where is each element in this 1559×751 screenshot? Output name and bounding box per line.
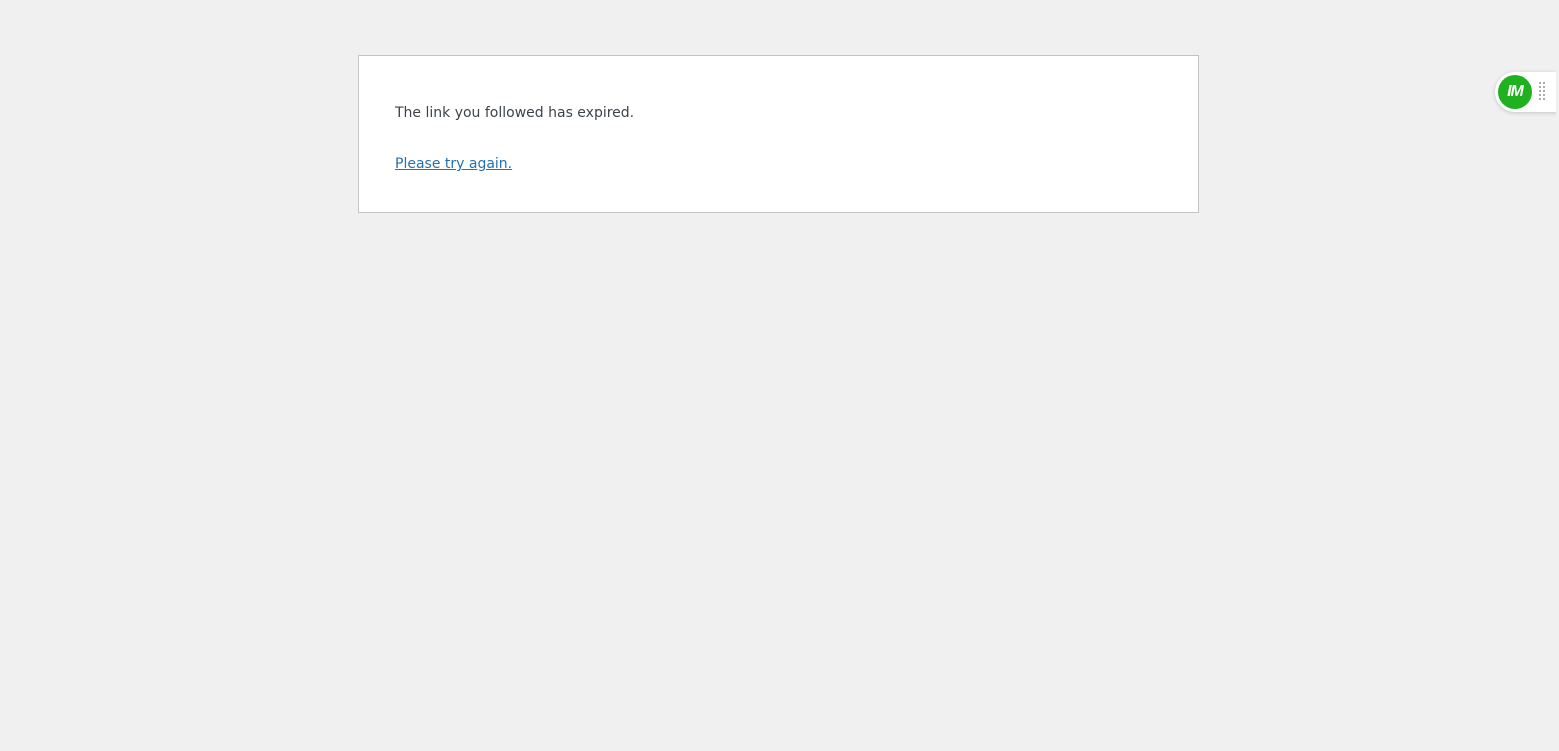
try-again-link[interactable]: Please try again.	[395, 154, 512, 174]
floating-im-widget[interactable]: IM	[1495, 72, 1559, 112]
expired-link-message: The link you followed has expired.	[395, 105, 635, 121]
drag-dot	[1539, 94, 1541, 96]
drag-dot	[1539, 86, 1541, 88]
drag-dot	[1543, 86, 1545, 88]
drag-dot	[1539, 90, 1541, 92]
drag-dot	[1539, 98, 1541, 100]
drag-dot	[1543, 98, 1545, 100]
im-logo-icon[interactable]: IM	[1498, 75, 1532, 109]
drag-dot	[1543, 82, 1545, 84]
drag-handle-icon[interactable]	[1539, 82, 1549, 102]
drag-dot	[1539, 82, 1541, 84]
drag-dot	[1543, 90, 1545, 92]
drag-dot	[1543, 94, 1545, 96]
error-message-panel: The link you followed has expired. Pleas…	[358, 55, 1199, 213]
